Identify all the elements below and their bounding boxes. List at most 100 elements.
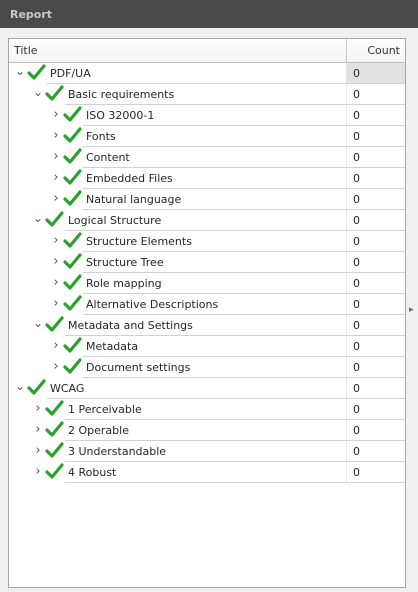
green-check-icon: [45, 463, 64, 479]
tree-row[interactable]: › Fonts 0: [9, 126, 405, 147]
chevron-right-icon[interactable]: ›: [51, 234, 61, 248]
green-check-icon: [63, 106, 82, 122]
cell-divider: [346, 294, 347, 315]
row-count: 0: [353, 319, 360, 332]
row-count: 0: [353, 193, 360, 206]
green-check-icon: [63, 148, 82, 164]
row-count: 0: [353, 256, 360, 269]
row-divider: [65, 482, 405, 483]
cell-divider: [346, 399, 347, 420]
row-count: 0: [353, 403, 360, 416]
cell-divider: [346, 63, 347, 84]
tree-row[interactable]: › Role mapping 0: [9, 273, 405, 294]
cell-divider: [346, 84, 347, 105]
tree-row-label: Structure Tree: [86, 256, 164, 269]
cell-divider: [346, 357, 347, 378]
tree-row-label: 1 Perceivable: [68, 403, 142, 416]
tree-row-label: Metadata: [86, 340, 139, 353]
chevron-right-icon[interactable]: ›: [51, 108, 61, 122]
chevron-right-icon[interactable]: ›: [51, 129, 61, 143]
chevron-right-icon[interactable]: ›: [51, 297, 61, 311]
chevron-right-icon[interactable]: ›: [51, 276, 61, 290]
chevron-right-icon[interactable]: ›: [51, 360, 61, 374]
row-count: 0: [353, 214, 360, 227]
chevron-down-icon[interactable]: ⌄: [33, 212, 43, 227]
tree-row-label: Content: [86, 151, 130, 164]
chevron-right-icon[interactable]: ›: [33, 444, 43, 458]
green-check-icon: [27, 379, 46, 395]
tree-row[interactable]: ⌄ PDF/UA 0: [9, 63, 405, 84]
row-count: 0: [353, 88, 360, 101]
chevron-right-icon[interactable]: ›: [51, 339, 61, 353]
green-check-icon: [45, 211, 64, 227]
row-count: 0: [353, 466, 360, 479]
tree-row-label: Structure Elements: [86, 235, 192, 248]
row-count: 0: [353, 382, 360, 395]
chevron-down-icon[interactable]: ⌄: [33, 86, 43, 101]
tree-row-label: 2 Operable: [68, 424, 129, 437]
tree-row[interactable]: › 3 Understandable 0: [9, 441, 405, 462]
tree-row[interactable]: ⌄ Metadata and Settings 0: [9, 315, 405, 336]
chevron-right-icon[interactable]: ›: [33, 402, 43, 416]
tree-row[interactable]: › Document settings 0: [9, 357, 405, 378]
tree-row[interactable]: › Metadata 0: [9, 336, 405, 357]
column-header: Title Count: [9, 39, 405, 63]
tree-row[interactable]: › 1 Perceivable 0: [9, 399, 405, 420]
green-check-icon: [63, 253, 82, 269]
chevron-right-icon[interactable]: ›: [51, 192, 61, 206]
tree-row[interactable]: › 4 Robust 0: [9, 462, 405, 483]
row-count: 0: [353, 130, 360, 143]
tree-row[interactable]: › Structure Elements 0: [9, 231, 405, 252]
row-count: 0: [353, 109, 360, 122]
report-tree: Title Count ⌄ PDF/UA 0 ⌄ Basic requirements 0…: [8, 38, 406, 588]
tree-row-label: 3 Understandable: [68, 445, 167, 458]
cell-divider: [346, 378, 347, 399]
cell-divider: [346, 315, 347, 336]
chevron-down-icon[interactable]: ⌄: [15, 380, 25, 395]
cell-divider: [346, 231, 347, 252]
row-count: 0: [353, 298, 360, 311]
cell-divider: [346, 168, 347, 189]
tree-row[interactable]: › Content 0: [9, 147, 405, 168]
tree-row-label: Logical Structure: [68, 214, 162, 227]
green-check-icon: [63, 232, 82, 248]
tree-row-label: Basic requirements: [68, 88, 175, 101]
tree-row-label: Alternative Descriptions: [86, 298, 219, 311]
chevron-right-icon[interactable]: ›: [51, 150, 61, 164]
green-check-icon: [45, 421, 64, 437]
cell-divider: [346, 441, 347, 462]
chevron-right-icon[interactable]: ›: [51, 171, 61, 185]
cell-divider: [346, 126, 347, 147]
tree-row-label: 4 Robust: [68, 466, 117, 479]
chevron-down-icon[interactable]: ⌄: [33, 317, 43, 332]
green-check-icon: [45, 316, 64, 332]
column-separator[interactable]: [346, 39, 347, 62]
tree-row[interactable]: › Embedded Files 0: [9, 168, 405, 189]
tree-row[interactable]: › 2 Operable 0: [9, 420, 405, 441]
count-column-header[interactable]: Count: [367, 44, 400, 57]
tree-row[interactable]: › Alternative Descriptions 0: [9, 294, 405, 315]
tree-row[interactable]: › Structure Tree 0: [9, 252, 405, 273]
row-count: 0: [353, 67, 360, 80]
green-check-icon: [27, 64, 46, 80]
tree-row[interactable]: ⌄ WCAG 0: [9, 378, 405, 399]
green-check-icon: [63, 127, 82, 143]
tree-row-label: Document settings: [86, 361, 191, 374]
tree-row[interactable]: ⌄ Logical Structure 0: [9, 210, 405, 231]
tree-row[interactable]: › ISO 32000-1 0: [9, 105, 405, 126]
green-check-icon: [63, 295, 82, 311]
chevron-down-icon[interactable]: ⌄: [15, 65, 25, 80]
tree-row[interactable]: ⌄ Basic requirements 0: [9, 84, 405, 105]
title-column-header[interactable]: Title: [14, 44, 38, 57]
chevron-right-icon[interactable]: ›: [51, 255, 61, 269]
row-count: 0: [353, 340, 360, 353]
chevron-right-icon[interactable]: ›: [33, 423, 43, 437]
cell-divider: [346, 210, 347, 231]
row-count: 0: [353, 235, 360, 248]
green-check-icon: [63, 169, 82, 185]
expand-side-panel-icon[interactable]: ▸: [409, 305, 414, 315]
tree-row[interactable]: › Natural language 0: [9, 189, 405, 210]
cell-divider: [346, 147, 347, 168]
chevron-right-icon[interactable]: ›: [33, 465, 43, 479]
cell-divider: [346, 462, 347, 483]
